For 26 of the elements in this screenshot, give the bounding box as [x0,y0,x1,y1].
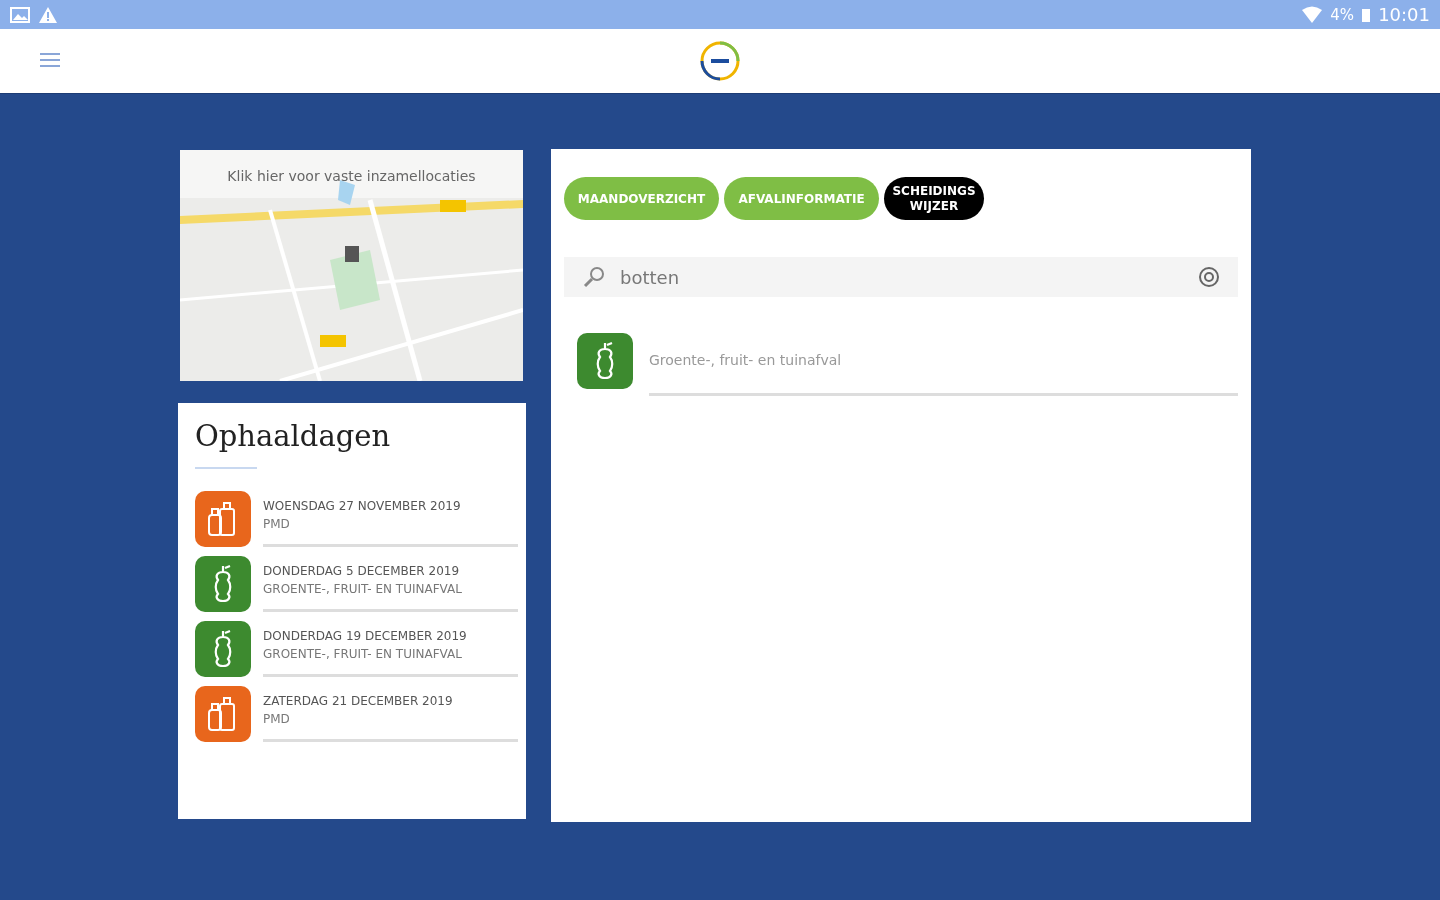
tab[interactable]: AFVALINFORMATIE [724,177,879,220]
clear-icon[interactable] [1198,266,1220,288]
waste-type: GROENTE-, FRUIT- EN TUINAFVAL [263,582,463,596]
image-icon [10,6,30,23]
search-icon [582,265,606,289]
wifi-icon [1302,5,1323,24]
tab[interactable]: MAANDOVERZICHT [564,177,719,220]
warning-icon [38,5,58,24]
clock-time: 10:01 [1378,4,1430,25]
search-field[interactable]: botten [564,257,1238,297]
battery-icon [1362,7,1371,22]
pickup-date: DONDERDAG 5 DECEMBER 2019 [263,564,461,578]
card-title: Ophaaldagen [195,419,392,453]
pickup-date: ZATERDAG 21 DECEMBER 2019 [263,694,454,708]
waste-type: PMD [263,712,291,726]
logo-icon [699,40,741,82]
tab[interactable]: SCHEIDINGS WIJZER [884,177,984,220]
waste-badge[interactable] [577,332,633,389]
search-input[interactable]: botten [618,265,1186,289]
menu-icon[interactable] [40,53,60,67]
waste-type: GROENTE-, FRUIT- EN TUINAFVAL [263,647,463,661]
result-label[interactable]: Groente-, fruit- en tuinafval [649,352,842,368]
waste-type: PMD [263,517,291,531]
pickup-date: DONDERDAG 19 DECEMBER 2019 [263,629,468,643]
pickup-date: WOENSDAG 27 NOVEMBER 2019 [263,499,462,513]
battery-percent: 4% [1330,5,1355,24]
